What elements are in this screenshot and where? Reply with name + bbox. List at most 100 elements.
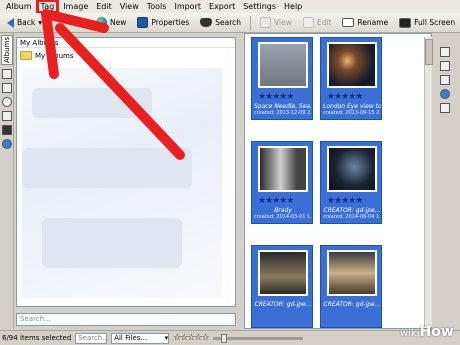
thumbnail-item[interactable]: CREATOR: gd-jpe... xyxy=(251,245,313,328)
rating-filter-stars[interactable]: ☆☆☆☆☆ xyxy=(173,333,209,343)
blur-block xyxy=(22,148,192,188)
file-filter-select[interactable]: All Files... ▾ xyxy=(111,332,170,344)
binoculars-icon xyxy=(200,18,213,27)
menu-edit[interactable]: Edit xyxy=(92,1,116,12)
view-button[interactable]: View xyxy=(256,15,296,30)
binoculars-side-icon[interactable] xyxy=(2,125,12,135)
albums-tab[interactable]: Albums xyxy=(1,35,13,65)
rating-stars[interactable]: ★★★★★ xyxy=(258,93,294,102)
right-sidebar xyxy=(434,33,460,329)
menu-export[interactable]: Export xyxy=(205,1,239,12)
watermark-wiki: wiki xyxy=(400,328,420,339)
back-arrow-icon xyxy=(7,17,14,28)
thumbnail-item[interactable]: ★★★★★ London Eye view to... created: 201… xyxy=(320,37,382,120)
menu-help[interactable]: Help xyxy=(280,1,306,12)
back-label: Back xyxy=(17,18,36,27)
thumbnail-title: Brady xyxy=(274,207,292,214)
thumbnail-item[interactable]: ★★★★★ Brady created: 2014-03-01 1... xyxy=(251,141,313,224)
toolbar-divider xyxy=(250,15,252,30)
photo-space-needle xyxy=(258,42,308,88)
search-label: Search xyxy=(215,18,242,27)
properties-label: Properties xyxy=(151,18,190,27)
album-tree-header: My Albums xyxy=(17,38,235,48)
toolbar: Back ▾ New Properties Search View Edit R… xyxy=(0,13,460,33)
scrollbar-thumb[interactable] xyxy=(425,39,433,65)
chevron-down-icon: ▾ xyxy=(38,18,42,27)
folder-icon xyxy=(20,51,32,60)
properties-icon xyxy=(137,17,149,28)
globe-icon xyxy=(95,17,107,28)
menu-album[interactable]: Album xyxy=(2,1,36,12)
selection-count: 6/94 items selected xyxy=(2,334,72,342)
left-sidebar: Albums xyxy=(0,33,14,329)
thumbnail-title: Space Needle, Sea... xyxy=(254,103,312,110)
fullscreen-label: Full Screen xyxy=(414,18,456,27)
search-button[interactable]: Search xyxy=(196,15,245,30)
folder-icon[interactable] xyxy=(2,111,12,121)
thumbnail-grid: ★★★★★ Space Needle, Sea... created: 2013… xyxy=(244,33,432,329)
clock-icon[interactable] xyxy=(2,97,12,107)
thumbnail-item[interactable]: CREATOR: gd-jpe... xyxy=(320,245,382,328)
globe-side-icon[interactable] xyxy=(2,139,12,149)
properties-button[interactable]: Properties xyxy=(133,15,193,30)
calendar-icon[interactable] xyxy=(2,83,12,93)
tag-icon[interactable] xyxy=(2,69,12,79)
menu-import[interactable]: Import xyxy=(170,1,205,12)
wikihow-watermark: wikiHow xyxy=(400,322,458,342)
chevron-down-icon: ▾ xyxy=(164,333,169,342)
file-filter-value: All Files... xyxy=(114,333,148,342)
rename-label: Rename xyxy=(357,18,389,27)
zoom-slider-knob[interactable] xyxy=(220,333,227,343)
pencil-icon[interactable] xyxy=(440,47,450,57)
rating-stars[interactable]: ★★★★★ xyxy=(258,197,294,206)
album-item-label: My Albums xyxy=(35,51,74,60)
menu-image[interactable]: Image xyxy=(59,1,92,12)
menu-view[interactable]: View xyxy=(116,1,143,12)
album-item-my-albums[interactable]: My Albums xyxy=(17,48,235,63)
info-icon[interactable] xyxy=(440,103,450,113)
edit-button[interactable]: Edit xyxy=(299,15,336,30)
album-tree-panel: My Albums My Albums xyxy=(16,37,236,307)
globe-icon[interactable] xyxy=(440,89,450,99)
zoom-slider[interactable] xyxy=(212,333,303,343)
status-bar: 6/94 items selected Search... All Files.… xyxy=(0,330,460,345)
status-search-input[interactable]: Search... xyxy=(75,332,109,344)
rating-stars[interactable]: ★★★★★ xyxy=(327,197,363,206)
thumbnail-created: created: 2013-09-15 2... xyxy=(323,110,381,116)
thumbnail-title: CREATOR: gd-jpe... xyxy=(323,301,381,308)
photo-brady xyxy=(258,146,308,192)
thumbnail-created: created: 2013-12-09 2... xyxy=(254,110,312,116)
fullscreen-icon xyxy=(399,17,412,28)
thumbnail-created: created: 2014-03-01 1... xyxy=(254,214,312,220)
watermark-how: How xyxy=(419,324,454,340)
view-label: View xyxy=(274,18,292,27)
thumbnail-item[interactable]: ★★★★★ CREATOR: gd-jpe... created: 2014-0… xyxy=(320,141,382,224)
fullscreen-button[interactable]: Full Screen xyxy=(395,15,459,30)
rating-stars[interactable]: ★★★★★ xyxy=(327,93,363,102)
thumbnail-created: created: 2014-06-04 1... xyxy=(323,214,381,220)
new-button[interactable]: New xyxy=(92,15,130,30)
brush-icon[interactable] xyxy=(440,61,450,71)
edit-label: Edit xyxy=(316,18,332,27)
back-button[interactable]: Back ▾ xyxy=(3,15,46,30)
album-search-input[interactable]: Search... xyxy=(16,313,236,326)
menu-bar: Album Tag Image Edit View Tools Import E… xyxy=(0,0,460,14)
menu-settings[interactable]: Settings xyxy=(239,1,280,12)
thumbnail-title: CREATOR: gd-jpe... xyxy=(254,301,312,308)
new-label: New xyxy=(109,18,127,27)
menu-tag[interactable]: Tag xyxy=(35,0,60,14)
rename-icon xyxy=(342,18,355,27)
photo-london-eye xyxy=(327,42,377,88)
thumbnail-scrollbar[interactable] xyxy=(424,37,433,327)
rename-button[interactable]: Rename xyxy=(338,15,392,30)
photo-creator xyxy=(327,146,377,192)
blur-block xyxy=(32,88,152,118)
blur-block xyxy=(42,218,182,268)
photo-creator xyxy=(327,250,377,296)
thumbnail-title: CREATOR: gd-jpe... xyxy=(323,207,381,214)
edit-icon xyxy=(302,17,314,28)
contrast-icon[interactable] xyxy=(440,75,450,85)
thumbnail-item[interactable]: ★★★★★ Space Needle, Sea... created: 2013… xyxy=(251,37,313,120)
photo-creator xyxy=(258,250,308,296)
menu-tools[interactable]: Tools xyxy=(143,1,171,12)
